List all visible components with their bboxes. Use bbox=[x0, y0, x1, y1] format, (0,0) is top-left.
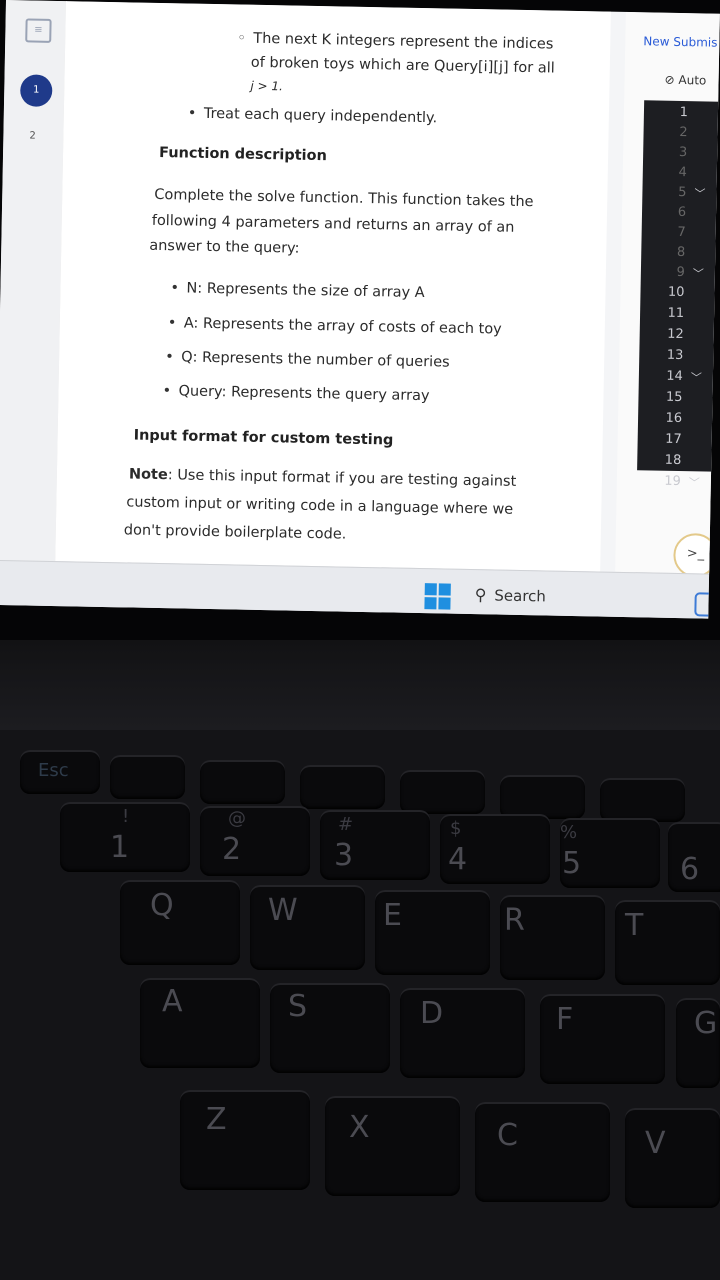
sub-bullet-text: j > 1. bbox=[250, 78, 283, 94]
key-6[interactable]: 6 bbox=[668, 822, 720, 892]
note-text: custom input or writing code in a langua… bbox=[126, 494, 514, 518]
check-circle-icon: ⊘ bbox=[664, 72, 679, 87]
line-number: 5 bbox=[678, 184, 687, 201]
laptop-hinge bbox=[0, 640, 720, 730]
line-number: 6 bbox=[677, 204, 687, 221]
key-f3[interactable] bbox=[300, 765, 385, 809]
chevron-down-icon[interactable]: ﹀ bbox=[691, 369, 702, 385]
line-number: 3 bbox=[678, 144, 688, 161]
line-number: 8 bbox=[676, 244, 686, 261]
line-number: 2 bbox=[679, 124, 688, 141]
line-number: 7 bbox=[677, 224, 686, 241]
key-f4[interactable] bbox=[400, 770, 485, 814]
bullet-text: Treat each query independently. bbox=[204, 106, 438, 126]
key-f6[interactable] bbox=[600, 778, 685, 822]
question-number[interactable]: 2 bbox=[29, 130, 36, 141]
note-label: Note bbox=[128, 466, 168, 484]
line-number: 15 bbox=[665, 389, 683, 406]
chevron-down-icon[interactable]: ﹀ bbox=[689, 474, 700, 490]
chevron-down-icon[interactable]: ﹀ bbox=[694, 185, 705, 201]
key-5[interactable]: % 5 bbox=[560, 818, 660, 888]
line-number: 16 bbox=[665, 410, 683, 427]
line-number: 18 bbox=[664, 452, 682, 469]
key-w[interactable]: W bbox=[250, 885, 365, 970]
sub-bullet-text: The next K integers represent the indice… bbox=[253, 31, 553, 53]
description-text: answer to the query: bbox=[149, 237, 300, 257]
description-text: following 4 parameters and returns an ar… bbox=[151, 212, 515, 236]
key-s[interactable]: S bbox=[270, 983, 390, 1073]
line-number: 19 bbox=[664, 473, 682, 490]
auto-toggle[interactable]: ⊘ Auto bbox=[664, 73, 706, 88]
auto-label: Auto bbox=[678, 72, 707, 88]
function-description-heading: Function description bbox=[158, 144, 328, 165]
line-number: 12 bbox=[667, 326, 684, 343]
problem-statement: The next K integers represent the indice… bbox=[55, 1, 680, 572]
key-g[interactable]: G bbox=[676, 998, 720, 1088]
chevron-down-icon[interactable]: ﹀ bbox=[693, 265, 704, 281]
code-editor[interactable]: 1 2 3 4 5 ﹀ 6 7 8 9 ﹀ 10 11 12 13 14 ﹀ 1… bbox=[637, 100, 720, 489]
laptop-screen: ≡ 1 2 The next K integers represent the … bbox=[0, 0, 720, 619]
windows-logo-icon[interactable] bbox=[424, 583, 451, 610]
line-number: 14 bbox=[666, 368, 684, 385]
key-2[interactable]: @2 bbox=[200, 806, 310, 876]
parameter-item: Q: Represents the number of queries bbox=[181, 349, 450, 370]
search-label: Search bbox=[494, 586, 547, 606]
key-q[interactable]: Q bbox=[120, 880, 240, 965]
key-d[interactable]: D bbox=[400, 988, 525, 1078]
note-text: : Use this input format if you are testi… bbox=[167, 467, 517, 490]
taskbar-search[interactable]: ⚲ Search bbox=[474, 580, 595, 612]
key-3[interactable]: #3 bbox=[320, 810, 430, 880]
line-number: 13 bbox=[666, 347, 684, 364]
key-a[interactable]: A bbox=[140, 978, 260, 1068]
key-f1[interactable] bbox=[110, 755, 185, 799]
key-x[interactable]: X bbox=[325, 1096, 460, 1196]
key-esc[interactable]: Esc bbox=[20, 750, 100, 794]
key-r[interactable]: R bbox=[500, 895, 605, 980]
key-t[interactable]: T bbox=[615, 900, 720, 985]
line-number: 9 bbox=[676, 264, 686, 281]
key-c[interactable]: C bbox=[475, 1102, 610, 1202]
line-number: 11 bbox=[667, 305, 685, 322]
line-number: 17 bbox=[664, 431, 682, 448]
sub-bullet-text: of broken toys which are Query[i][j] for… bbox=[250, 54, 555, 77]
input-format-heading: Input format for custom testing bbox=[133, 427, 394, 449]
parameter-item: A: Represents the array of costs of each… bbox=[184, 315, 502, 337]
line-number: 10 bbox=[667, 284, 685, 301]
code-panel: New Submis ⊘ Auto 1 2 3 4 5 ﹀ 6 7 8 9 ﹀ … bbox=[615, 11, 720, 578]
parameter-item: Query: Represents the query array bbox=[178, 383, 429, 404]
line-number: 1 bbox=[679, 104, 689, 121]
description-text: Complete the solve function. This functi… bbox=[154, 186, 534, 211]
note-text: don't provide boilerplate code. bbox=[123, 522, 347, 543]
line-number: 4 bbox=[678, 164, 687, 181]
list-icon[interactable]: ≡ bbox=[25, 18, 52, 43]
keyboard: Esc ! 1 @2 #3 $4 % 5 6 Q W E R T A S D F G… bbox=[0, 730, 720, 1280]
new-submission-link[interactable]: New Submis bbox=[643, 34, 717, 49]
key-e[interactable]: E bbox=[375, 890, 490, 975]
key-v[interactable]: V bbox=[625, 1108, 720, 1208]
key-f5[interactable] bbox=[500, 775, 585, 819]
key-4[interactable]: $4 bbox=[440, 814, 550, 884]
key-f2[interactable] bbox=[200, 760, 285, 804]
key-f[interactable]: F bbox=[540, 994, 665, 1084]
search-icon: ⚲ bbox=[474, 585, 487, 605]
question-badge[interactable]: 1 bbox=[19, 74, 53, 107]
key-z[interactable]: Z bbox=[180, 1090, 310, 1190]
parameter-item: N: Represents the size of array A bbox=[186, 281, 424, 302]
key-1[interactable]: ! 1 bbox=[60, 802, 190, 872]
